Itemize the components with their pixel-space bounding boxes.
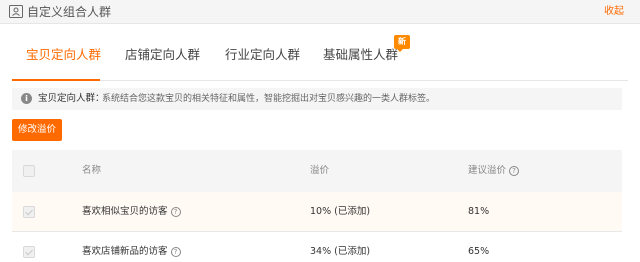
- row-checkbox[interactable]: [23, 206, 35, 218]
- suggested-premium-cell: 81%: [468, 206, 490, 217]
- crowd-card-icon: [9, 5, 23, 18]
- notice-label: 宝贝定向人群：: [38, 93, 105, 104]
- help-icon[interactable]: ?: [509, 166, 520, 176]
- crowd-name: 喜欢店铺新品的访客: [82, 246, 168, 257]
- crowd-tabs: 宝贝定向人群 店铺定向人群 行业定向人群 基础属性人群 新: [12, 35, 628, 81]
- column-header-name: 名称: [82, 165, 102, 176]
- help-icon[interactable]: ?: [170, 207, 181, 217]
- crowd-name: 喜欢相似宝贝的访客: [82, 206, 168, 217]
- suggested-premium-cell: 65%: [468, 246, 490, 257]
- column-header-suggested: 建议溢价?: [468, 164, 520, 178]
- select-all-checkbox[interactable]: [23, 165, 35, 177]
- new-badge: 新: [394, 35, 410, 52]
- column-header-premium: 溢价: [310, 165, 330, 176]
- premium-cell: 34% (已添加): [310, 246, 371, 257]
- help-icon[interactable]: ?: [170, 247, 181, 257]
- info-icon: i: [21, 93, 32, 104]
- row-checkbox[interactable]: [23, 246, 35, 258]
- table-row[interactable]: 喜欢相似宝贝的访客? 10% (已添加) 81%: [12, 192, 622, 232]
- crowd-name-cell: 喜欢店铺新品的访客?: [82, 245, 181, 259]
- notice-text: 系统结合您这款宝贝的相关特征和属性，智能挖掘出对宝贝感兴趣的一类人群标签。: [102, 94, 436, 104]
- table-header: 名称 溢价 建议溢价?: [12, 150, 622, 192]
- panel-title: 自定义组合人群: [27, 5, 112, 19]
- collapse-link[interactable]: 收起: [604, 5, 624, 19]
- active-tab-indicator: [12, 79, 100, 81]
- tab-industry-crowd[interactable]: 行业定向人群: [225, 46, 300, 64]
- table-row[interactable]: 喜欢店铺新品的访客? 34% (已添加) 65%: [12, 232, 622, 262]
- premium-cell: 10% (已添加): [310, 206, 371, 217]
- modify-premium-button[interactable]: 修改溢价: [12, 119, 62, 141]
- crowd-name-cell: 喜欢相似宝贝的访客?: [82, 205, 181, 219]
- info-notice: i 宝贝定向人群： 系统结合您这款宝贝的相关特征和属性，智能挖掘出对宝贝感兴趣的…: [12, 88, 622, 110]
- tab-shop-crowd[interactable]: 店铺定向人群: [125, 46, 200, 64]
- tab-basic-attribute-crowd[interactable]: 基础属性人群: [323, 46, 398, 64]
- column-header-suggested-label: 建议溢价: [468, 165, 507, 176]
- panel-header: 自定义组合人群 收起: [0, 0, 640, 24]
- tab-item-crowd[interactable]: 宝贝定向人群: [26, 46, 101, 64]
- crowd-table: 名称 溢价 建议溢价? 喜欢相似宝贝的访客? 10% (已添加) 81% 喜欢店…: [12, 150, 622, 262]
